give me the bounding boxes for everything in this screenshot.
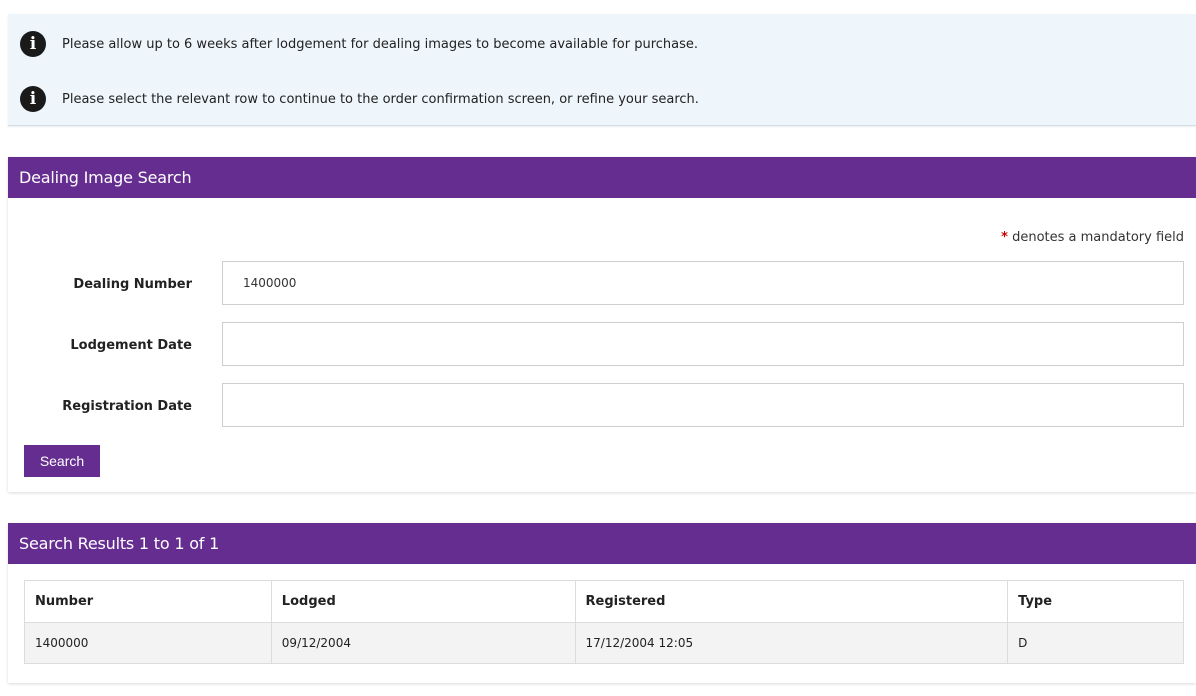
lodgement-date-input[interactable] (222, 322, 1184, 366)
cell-lodged: 09/12/2004 (270, 622, 576, 664)
results-table: Number Lodged Registered Type 1400000 09… (24, 580, 1184, 664)
results-panel-title: Search Results 1 to 1 of 1 (8, 523, 1196, 564)
notice-text: Please select the relevant row to contin… (62, 91, 699, 107)
page: i Please allow up to 6 weeks after lodge… (0, 0, 1196, 696)
column-header-registered: Registered (574, 580, 1009, 623)
search-panel-title: Dealing Image Search (8, 157, 1196, 198)
cell-type: D (1007, 622, 1184, 664)
notice-item: i Please select the relevant row to cont… (20, 85, 699, 113)
mandatory-star: * (1001, 230, 1008, 245)
registration-date-input[interactable] (222, 383, 1184, 427)
dealing-image-search-panel: Dealing Image Search * denotes a mandato… (8, 157, 1196, 492)
cell-registered: 17/12/2004 12:05 (574, 622, 1009, 664)
dealing-number-label: Dealing Number (73, 277, 192, 292)
column-header-type: Type (1007, 580, 1184, 623)
column-header-lodged: Lodged (270, 580, 576, 623)
mandatory-note-text: denotes a mandatory field (1012, 230, 1184, 245)
notice-text: Please allow up to 6 weeks after lodgeme… (62, 36, 699, 52)
column-header-number: Number (24, 580, 272, 623)
mandatory-note: * denotes a mandatory field (1001, 230, 1184, 245)
dealing-number-input[interactable] (222, 261, 1184, 305)
results-header-row: Number Lodged Registered Type (24, 580, 1184, 623)
info-icon: i (20, 86, 46, 112)
info-icon: i (20, 31, 46, 57)
notice-item: i Please allow up to 6 weeks after lodge… (20, 30, 698, 58)
search-button[interactable]: Search (24, 445, 100, 477)
cell-number: 1400000 (24, 622, 272, 664)
lodgement-date-label: Lodgement Date (70, 338, 192, 353)
search-results-panel: Search Results 1 to 1 of 1 Number Lodged… (8, 523, 1196, 683)
notice-panel: i Please allow up to 6 weeks after lodge… (8, 14, 1196, 126)
registration-date-label: Registration Date (62, 399, 192, 414)
table-row[interactable]: 1400000 09/12/2004 17/12/2004 12:05 D (24, 622, 1184, 664)
